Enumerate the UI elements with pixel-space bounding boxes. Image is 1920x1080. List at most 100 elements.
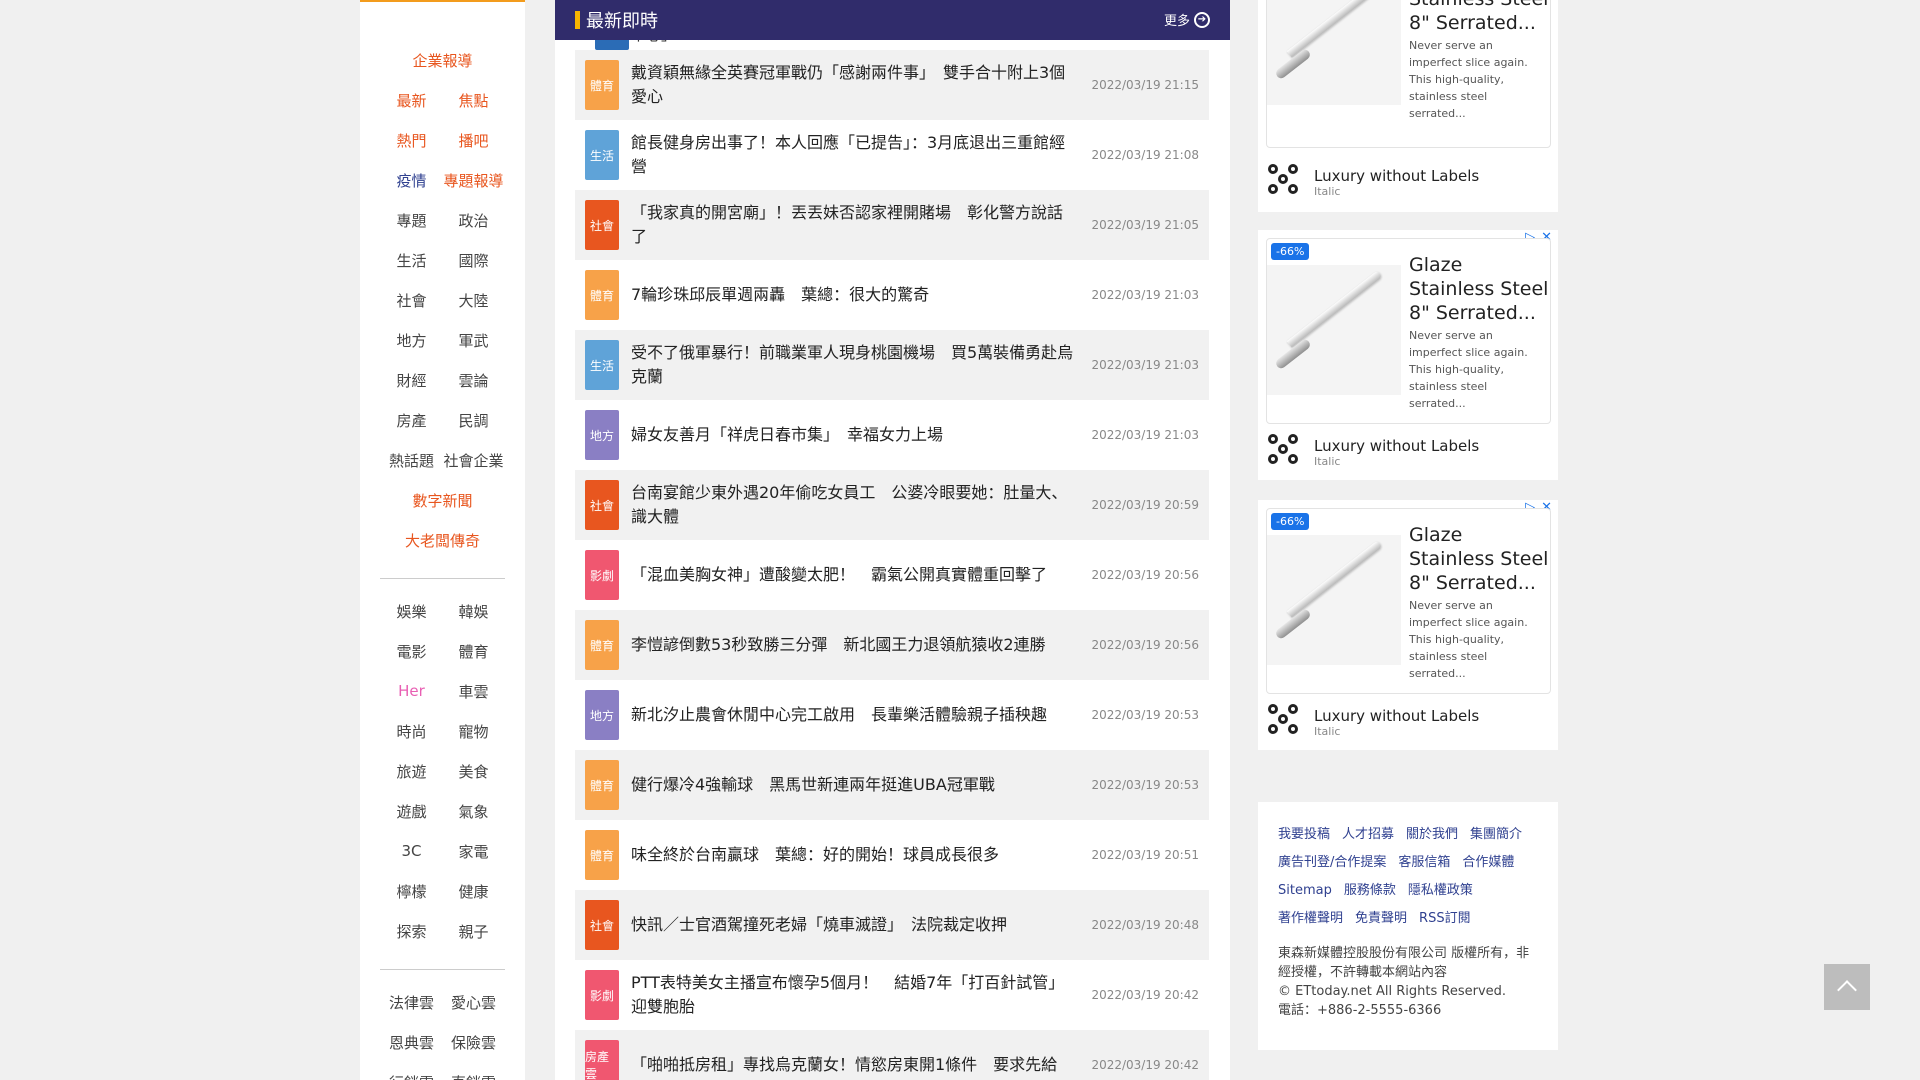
nav-item[interactable]: 遊戲	[381, 801, 443, 822]
news-headline[interactable]: 新北汐止農會休閒中心完工啟用 長輩樂活體驗親子插秧趣	[631, 703, 1076, 727]
nav-item[interactable]: 保險雲	[443, 1032, 505, 1053]
ad-title[interactable]: Glaze Stainless Steel 8" Serrated...	[1409, 0, 1549, 35]
nav-item[interactable]: 財經	[381, 370, 443, 391]
ad-card[interactable]: -66% Glaze Stainless Steel 8" Serrated..…	[1266, 508, 1551, 694]
news-item[interactable]: 房產雲 「啪啪抵房租」專找烏克蘭女！情慾房東開1條件 要求先給 2022/03/19…	[575, 1030, 1209, 1080]
news-item[interactable]: 體育 健行爆冷4強輸球 黑馬世新連兩年挺進UBA冠軍戰 2022/03/19 20:…	[575, 750, 1209, 820]
category-tag[interactable]: 體育	[585, 830, 619, 880]
nav-item[interactable]: 愛心雲	[443, 992, 505, 1013]
nav-item[interactable]: 政治	[443, 210, 505, 231]
footer-link[interactable]: 關於我們	[1406, 824, 1458, 846]
nav-item[interactable]: 大老闆傳奇	[383, 530, 503, 551]
back-to-top-button[interactable]	[1824, 964, 1870, 1010]
nav-item[interactable]: 家電	[443, 841, 505, 862]
nav-item[interactable]: 親子	[443, 921, 505, 942]
nav-item[interactable]: 氣象	[443, 801, 505, 822]
footer-link[interactable]: 我要投稿	[1278, 824, 1330, 846]
nav-item[interactable]: 數字新聞	[383, 490, 503, 511]
news-item[interactable]: 社會 「我家真的開宮廟」！丟丟妹否認家裡開賭場 彰化警方說話了 2022/03/19…	[575, 190, 1209, 260]
news-headline[interactable]: 館長健身房出事了！本人回應「已提告」：3月底退出三重館經營	[631, 131, 1076, 179]
nav-item[interactable]: 法律雲	[381, 992, 443, 1013]
nav-item[interactable]: 最新	[381, 90, 443, 111]
product-image[interactable]	[1267, 265, 1401, 395]
ad-card[interactable]: Glaze Stainless Steel 8" Serrated... Nev…	[1266, 0, 1551, 148]
footer-link[interactable]: 廣告刊登/合作提案	[1278, 852, 1386, 874]
nav-item[interactable]: 健康	[443, 881, 505, 902]
category-tag[interactable]: 影劇	[585, 550, 619, 600]
ad-title[interactable]: Glaze Stainless Steel 8" Serrated...	[1409, 523, 1549, 595]
news-headline[interactable]: 婦女友善月「祥虎日春市集」 幸福女力上場	[631, 423, 1076, 447]
news-item[interactable]: 地方 婦女友善月「祥虎日春市集」 幸福女力上場 2022/03/19 21:03	[575, 400, 1209, 470]
footer-link[interactable]: 人才招募	[1342, 824, 1394, 846]
news-item[interactable]: 社會 台南宴館少東外遇20年偷吃女員工 公婆冷眼要她：肚量大、識大體 2022/03…	[575, 470, 1209, 540]
news-headline[interactable]: 「我家真的開宮廟」！丟丟妹否認家裡開賭場 彰化警方說話了	[631, 201, 1076, 249]
ad-brand[interactable]: Luxury without Labels Italic	[1268, 702, 1548, 742]
category-tag[interactable]: 地方	[585, 690, 619, 740]
category-tag[interactable]: 社會	[585, 200, 619, 250]
nav-item[interactable]: 娛樂	[381, 601, 443, 622]
nav-item[interactable]: 企業報導	[383, 50, 503, 71]
nav-item[interactable]: 軍武	[443, 330, 505, 351]
sponsored-ad[interactable]: ▷ ✕ -66% Glaze Stainless Steel 8" Serrat…	[1258, 500, 1558, 750]
category-tag[interactable]: 影劇	[585, 970, 619, 1020]
nav-item[interactable]: 時尚	[381, 721, 443, 742]
nav-item[interactable]: 房產	[381, 410, 443, 431]
nav-item[interactable]: 寵物	[443, 721, 505, 742]
category-tag[interactable]: 生活	[585, 340, 619, 390]
news-headline[interactable]: 李愷諺倒數53秒致勝三分彈 新北國王力退領航猿收2連勝	[631, 633, 1076, 657]
nav-item[interactable]: 韓娛	[443, 601, 505, 622]
category-tag[interactable]: 房產雲	[585, 1040, 619, 1080]
sponsored-ad[interactable]: ▷ ✕ -66% Glaze Stainless Steel 8" Serrat…	[1258, 230, 1558, 480]
nav-item[interactable]: 社會	[381, 290, 443, 311]
nav-item[interactable]: 專題報導	[443, 170, 505, 191]
news-item[interactable]: 生活 館長健身房出事了！本人回應「已提告」：3月底退出三重館經營 2022/03/1…	[575, 120, 1209, 190]
category-tag[interactable]: 地方	[585, 410, 619, 460]
footer-link[interactable]: Sitemap	[1278, 880, 1332, 902]
category-tag[interactable]: 社會	[585, 900, 619, 950]
nav-item[interactable]: 大陸	[443, 290, 505, 311]
product-image[interactable]	[1267, 535, 1401, 665]
ad-brand[interactable]: Luxury without Labels Italic	[1268, 162, 1548, 202]
nav-item[interactable]: 體育	[443, 641, 505, 662]
news-headline[interactable]: 戴資穎無緣全英賽冠軍戰仍「感謝兩件事」 雙手合十附上3個愛心	[631, 61, 1076, 109]
nav-item[interactable]: 國際	[443, 250, 505, 271]
category-tag[interactable]: 體育	[585, 60, 619, 110]
news-item[interactable]: 體育 李愷諺倒數53秒致勝三分彈 新北國王力退領航猿收2連勝 2022/03/19 …	[575, 610, 1209, 680]
footer-link[interactable]: 免責聲明	[1355, 908, 1407, 930]
nav-item[interactable]: 熱門	[381, 130, 443, 151]
footer-link[interactable]: 集團簡介	[1470, 824, 1522, 846]
nav-item[interactable]: 行銷雲	[381, 1072, 443, 1080]
ad-brand[interactable]: Luxury without Labels Italic	[1268, 432, 1548, 472]
ad-card[interactable]: -66% Glaze Stainless Steel 8" Serrated..…	[1266, 238, 1551, 424]
nav-item[interactable]: 民調	[443, 410, 505, 431]
news-item[interactable]: 體育 7輪珍珠邱辰單週兩轟 葉總：很大的驚奇 2022/03/19 21:03	[575, 260, 1209, 330]
category-tag[interactable]: 體育	[585, 760, 619, 810]
news-headline[interactable]: 台南宴館少東外遇20年偷吃女員工 公婆冷眼要她：肚量大、識大體	[631, 481, 1076, 529]
ad-title[interactable]: Glaze Stainless Steel 8" Serrated...	[1409, 253, 1549, 325]
news-headline[interactable]: 健行爆冷4強輸球 黑馬世新連兩年挺進UBA冠軍戰	[631, 773, 1076, 797]
news-item[interactable]: 體育 戴資穎無緣全英賽冠軍戰仍「感謝兩件事」 雙手合十附上3個愛心 2022/03/…	[575, 50, 1209, 120]
footer-link[interactable]: 服務條款	[1344, 880, 1396, 902]
news-item[interactable]: 生活 受不了俄軍暴行！前職業軍人現身桃園機場 買5萬裝備勇赴烏克蘭 2022/03/…	[575, 330, 1209, 400]
nav-item[interactable]: 恩典雲	[381, 1032, 443, 1053]
nav-item[interactable]: 社會企業	[443, 450, 505, 471]
nav-item[interactable]: 生活	[381, 250, 443, 271]
more-link[interactable]: 更多 ➔	[1164, 10, 1210, 29]
nav-item[interactable]: 檸檬	[381, 881, 443, 902]
product-image[interactable]	[1267, 0, 1401, 105]
nav-item[interactable]: 探索	[381, 921, 443, 942]
footer-link[interactable]: 隱私權政策	[1408, 880, 1473, 902]
news-item[interactable]: 地方 新北汐止農會休閒中心完工啟用 長輩樂活體驗親子插秧趣 2022/03/19 2…	[575, 680, 1209, 750]
nav-item[interactable]: 焦點	[443, 90, 505, 111]
sponsored-ad[interactable]: ▷ ✕ Glaze Stainless Steel 8" Serrated...…	[1258, 0, 1558, 212]
news-headline[interactable]: 「混血美胸女神」遭酸變太肥！ 霸氣公開真實體重回擊了	[631, 563, 1076, 587]
category-tag[interactable]: 社會	[585, 480, 619, 530]
nav-item[interactable]: 旅遊	[381, 761, 443, 782]
news-headline[interactable]: 7輪珍珠邱辰單週兩轟 葉總：很大的驚奇	[631, 283, 1076, 307]
nav-item[interactable]: 直銷雲	[443, 1072, 505, 1080]
nav-item[interactable]: 熱話題	[381, 450, 443, 471]
nav-item[interactable]: 雲論	[443, 370, 505, 391]
nav-item[interactable]: 車雲	[443, 681, 505, 702]
nav-item[interactable]: 3C	[381, 842, 443, 860]
category-tag[interactable]: 體育	[585, 270, 619, 320]
